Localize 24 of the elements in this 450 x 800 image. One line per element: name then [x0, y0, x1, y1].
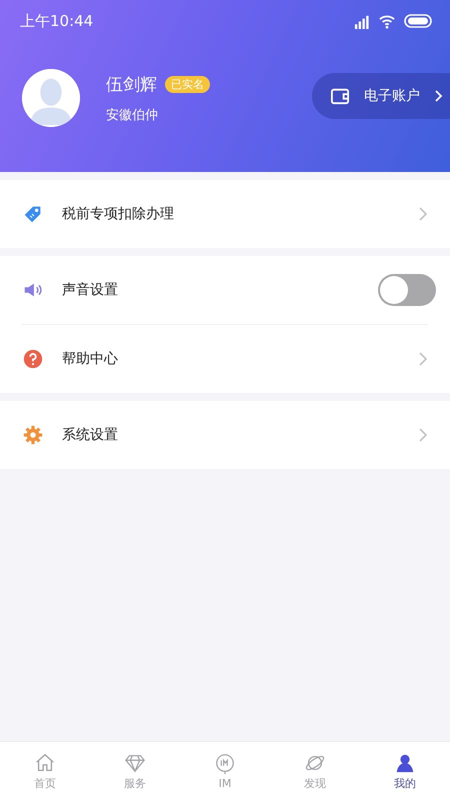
battery-icon: [404, 14, 432, 28]
chevron-right-icon: [434, 89, 443, 103]
chevron-right-icon: [418, 427, 428, 443]
chat-circle-icon: [214, 752, 236, 774]
status-time: 上午10:44: [20, 12, 94, 30]
chevron-right-icon: [418, 206, 428, 222]
home-icon: [34, 752, 56, 774]
user-name: 伍剑辉: [106, 74, 157, 96]
menu-item[interactable]: 系统设置: [22, 401, 428, 469]
gear-icon: [22, 424, 44, 446]
help-icon: [22, 348, 44, 370]
toggle-switch[interactable]: [378, 274, 436, 306]
wallet-icon: [330, 87, 350, 105]
chevron-right-icon: [418, 351, 428, 367]
wallet-button[interactable]: 电子账户: [312, 73, 450, 119]
signal-icon: [354, 13, 370, 29]
wifi-icon: [378, 13, 396, 29]
menu-item[interactable]: 帮助中心: [22, 324, 428, 393]
verified-badge: 已实名: [165, 76, 210, 92]
avatar: [22, 69, 80, 127]
menu-item[interactable]: 税前专项扣除办理: [22, 180, 428, 248]
tab[interactable]: 我的: [360, 742, 450, 800]
company-name: 安徽伯仲: [106, 106, 159, 124]
setting-label: 声音设置: [62, 281, 119, 299]
